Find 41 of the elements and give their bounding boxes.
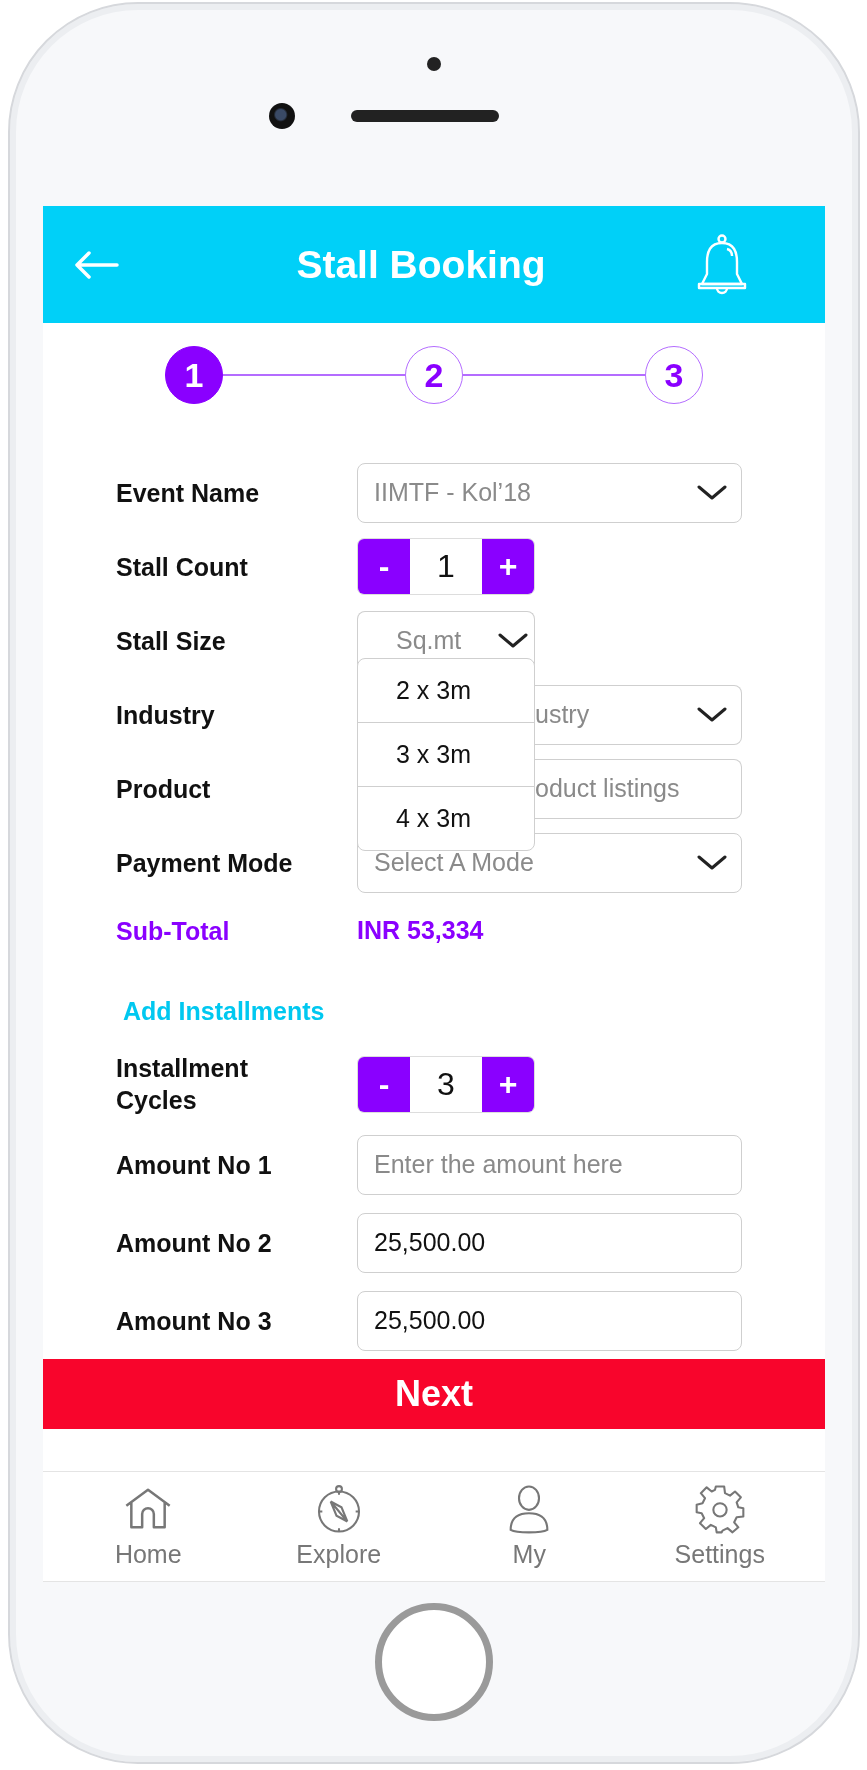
subtotal-amount: INR 53,334: [357, 916, 484, 946]
dropdown-field[interactable]: ustry: [535, 684, 742, 745]
field-label: Amount No 3: [116, 1305, 273, 1337]
field-label: Event Name: [116, 477, 261, 509]
plus-button[interactable]: +: [482, 539, 534, 595]
gear-icon[interactable]: [694, 1483, 745, 1534]
field-label: Stall Count: [116, 551, 249, 583]
minus-button[interactable]: -: [358, 539, 410, 595]
tab-label[interactable]: Explore: [296, 1539, 382, 1569]
input-field[interactable]: 25,500.00: [357, 1212, 742, 1273]
field-label: Payment Mode: [116, 847, 294, 879]
plus-button[interactable]: +: [482, 1056, 534, 1112]
chevron-down-icon: [697, 484, 727, 501]
chevron-down-icon: [697, 854, 727, 871]
field-label: Installment Cycles: [116, 1052, 249, 1117]
tab-label[interactable]: Home: [114, 1539, 182, 1569]
camera-lens: [269, 103, 295, 129]
field-label: Amount No 1: [116, 1149, 273, 1181]
menu-option[interactable]: 4 x 3m: [358, 785, 534, 850]
next-button[interactable]: Next: [43, 1358, 825, 1429]
screen-title: Stall Booking: [295, 242, 547, 287]
field-label: Sub-Total: [116, 915, 231, 947]
tab-label[interactable]: Settings: [674, 1539, 765, 1569]
field-label: Product: [116, 773, 212, 805]
sensor-dot: [427, 57, 441, 71]
input-field[interactable]: oduct listings: [535, 758, 742, 819]
menu-option[interactable]: 3 x 3m: [358, 721, 534, 786]
input-field[interactable]: 25,500.00: [357, 1290, 742, 1351]
field-label: Stall Size: [116, 625, 227, 657]
field-label: Industry: [116, 699, 216, 731]
tab-label[interactable]: My: [512, 1539, 546, 1569]
input-field[interactable]: Enter the amount here: [357, 1134, 742, 1195]
minus-button[interactable]: -: [358, 1056, 410, 1112]
chevron-down-icon: [697, 706, 727, 723]
step-indicator[interactable]: 2: [405, 346, 463, 405]
step-indicator[interactable]: 3: [645, 346, 703, 405]
chevron-down-icon: [498, 632, 528, 649]
field-label: Amount No 2: [116, 1227, 273, 1259]
dropdown-field[interactable]: IIMTF - Kol’18: [357, 462, 742, 523]
step-indicator[interactable]: 1: [165, 346, 223, 405]
dropdown-field[interactable]: Select A Mode: [357, 832, 742, 893]
